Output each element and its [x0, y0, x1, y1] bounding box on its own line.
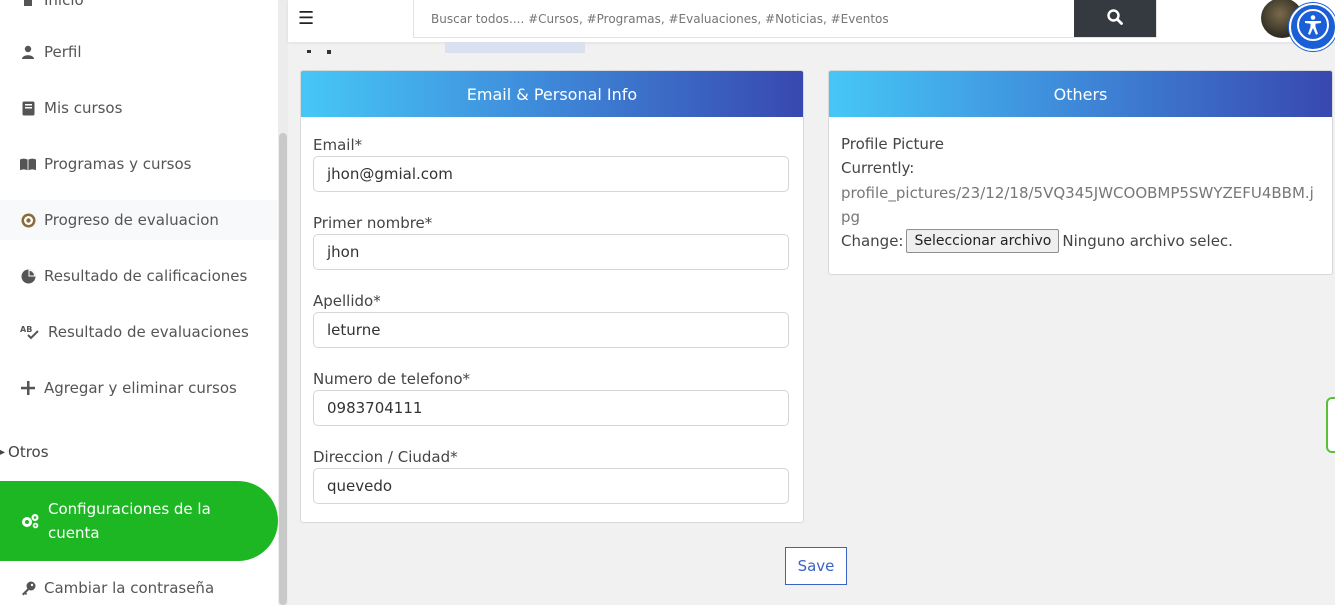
sidebar-item-label: Cambiar la contraseña [44, 579, 215, 597]
top-bar: ☰ [288, 0, 1335, 42]
sidebar-item-progreso[interactable]: Progreso de evaluacion [0, 200, 278, 240]
card-header: Email & Personal Info [301, 71, 803, 117]
book-icon [20, 100, 36, 116]
profile-picture-label: Profile Picture [841, 135, 944, 153]
sidebar-item-cambiar-contrasena[interactable]: Cambiar la contraseña [0, 568, 278, 605]
email-label: Email* [313, 136, 363, 154]
sidebar-scrollbar-thumb[interactable] [279, 133, 287, 605]
sidebar-item-label: Configuraciones de la cuenta [48, 500, 211, 542]
sidebar-item-perfil[interactable]: Perfil [0, 32, 278, 72]
plus-icon [20, 380, 36, 396]
page-title-remnant [307, 41, 331, 54]
last-name-label: Apellido* [313, 292, 381, 310]
sidebar-item-calificaciones[interactable]: Resultado de calificaciones [0, 256, 278, 296]
home-icon [20, 0, 36, 8]
sidebar-item-mis-cursos[interactable]: Mis cursos [0, 88, 278, 128]
current-picture-link[interactable]: profile_pictures/23/12/18/5VQ345JWCOOBMP… [841, 181, 1321, 229]
bullseye-icon [20, 212, 36, 228]
first-name-label: Primer nombre* [313, 214, 433, 232]
spell-check-icon: AB [20, 324, 40, 340]
last-name-field[interactable]: leturne [313, 312, 789, 348]
cogs-icon [20, 513, 40, 529]
accessibility-icon [1296, 8, 1330, 46]
email-value: jhon@gmial.com [327, 165, 453, 183]
sidebar-item-label: Agregar y eliminar cursos [44, 379, 237, 397]
sidebar-item-evaluaciones[interactable]: AB Resultado de evaluaciones [0, 312, 278, 352]
personal-info-card: Email & Personal Info Email* jhon@gmial.… [300, 70, 804, 523]
currently-label: Currently: [841, 159, 915, 177]
pie-chart-icon [20, 268, 36, 284]
sidebar-section-label: Otros [8, 443, 49, 461]
address-label: Direccion / Ciudad* [313, 448, 458, 466]
sidebar: Inicio Perfil Mis cursos Programas y cur… [0, 0, 278, 605]
sidebar-section-otros[interactable]: ▸ Otros [0, 443, 49, 461]
card-title: Others [1053, 84, 1108, 104]
sidebar-item-label: Mis cursos [44, 99, 123, 117]
svg-text:AB: AB [20, 325, 32, 334]
key-icon [20, 580, 36, 596]
sidebar-item-agregar[interactable]: Agregar y eliminar cursos [0, 368, 278, 408]
search-icon [1107, 8, 1123, 29]
sidebar-item-label: Progreso de evaluacion [44, 211, 219, 229]
user-icon [20, 44, 36, 60]
sidebar-item-label: Programas y cursos [44, 155, 192, 173]
page-title-highlight [445, 42, 585, 53]
change-label: Change: [841, 232, 904, 250]
floating-widget-tab[interactable] [1326, 397, 1335, 453]
card-title: Email & Personal Info [466, 84, 638, 104]
sidebar-item-configuraciones[interactable]: Configuraciones de la cuenta [0, 481, 278, 561]
sidebar-item-label: Perfil [44, 43, 82, 61]
last-name-value: leturne [327, 321, 381, 339]
search-input[interactable] [414, 0, 1083, 37]
accessibility-button[interactable] [1289, 3, 1335, 51]
sidebar-item-label: Inicio [44, 0, 84, 9]
email-field[interactable]: jhon@gmial.com [313, 156, 789, 192]
phone-field[interactable]: 0983704111 [313, 390, 789, 426]
phone-label: Numero de telefono* [313, 370, 471, 388]
others-card: Others Profile Picture Currently: profil… [828, 70, 1333, 275]
address-field[interactable]: quevedo [313, 468, 789, 504]
change-row: Change: Seleccionar archivo Ninguno arch… [841, 229, 1233, 253]
search-button[interactable] [1074, 0, 1156, 37]
sidebar-item-programas[interactable]: Programas y cursos [0, 144, 278, 184]
first-name-value: jhon [327, 243, 360, 261]
card-header: Others [829, 71, 1332, 117]
file-status: Ninguno archivo selec. [1062, 232, 1233, 250]
phone-value: 0983704111 [327, 399, 423, 417]
sidebar-item-label: Resultado de evaluaciones [48, 323, 249, 341]
first-name-field[interactable]: jhon [313, 234, 789, 270]
choose-file-button[interactable]: Seleccionar archivo [906, 229, 1060, 253]
save-button[interactable]: Save [785, 547, 847, 585]
open-book-icon [20, 156, 36, 172]
address-value: quevedo [327, 477, 393, 495]
sidebar-item-inicio[interactable]: Inicio [0, 0, 278, 20]
chevron-right-icon: ▸ [0, 446, 6, 458]
search-bar [413, 0, 1157, 38]
hamburger-menu-icon[interactable]: ☰ [298, 8, 314, 29]
sidebar-item-label: Resultado de calificaciones [44, 267, 248, 285]
